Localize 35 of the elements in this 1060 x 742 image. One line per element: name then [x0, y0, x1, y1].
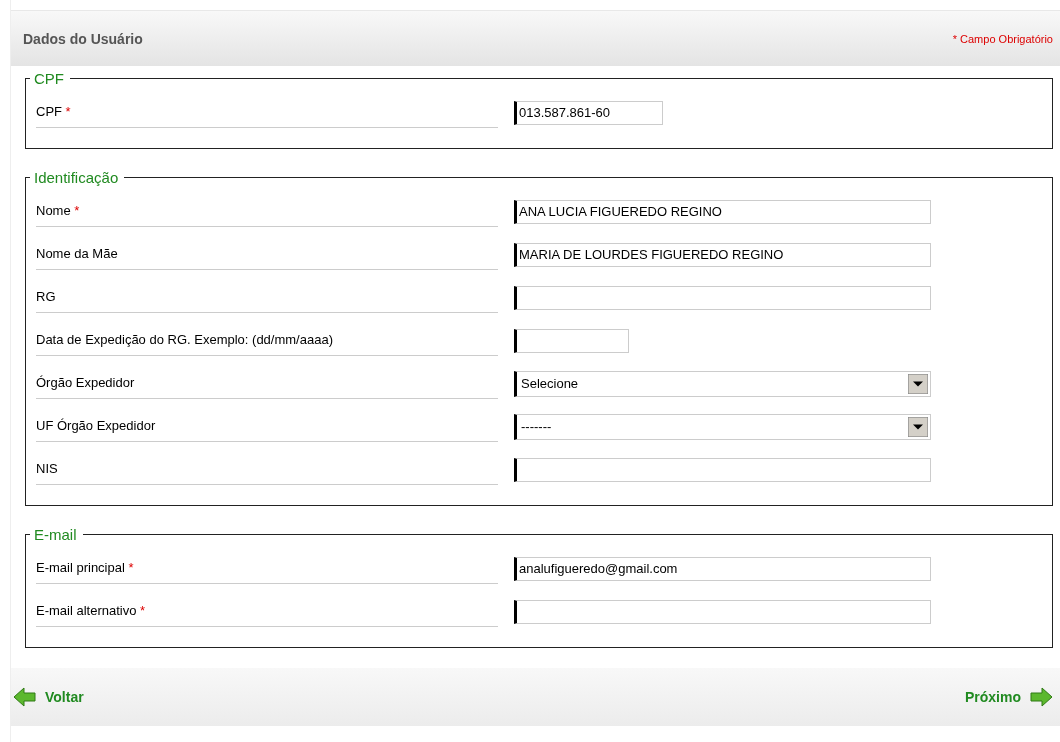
next-link[interactable]: Próximo — [965, 687, 1053, 707]
input-field[interactable] — [514, 457, 931, 482]
dropdown-arrow-icon — [908, 416, 928, 437]
field-label: Data de Expedição do RG. Exemplo: (dd/mm/aaaa) — [36, 331, 333, 347]
page-title: Dados do Usuário — [23, 30, 143, 47]
section-title: Identificação — [33, 169, 120, 186]
field-label: Órgão Expedidor — [36, 374, 135, 390]
section-title: E-mail — [33, 526, 78, 543]
field-label: E-mail principal — [36, 559, 125, 575]
section-title: CPF — [33, 70, 65, 87]
field-label: RG — [36, 288, 56, 304]
required-asterisk: * — [73, 202, 80, 218]
required-asterisk: * — [64, 103, 71, 119]
back-link[interactable]: Voltar — [13, 687, 84, 707]
required-asterisk: * — [139, 602, 146, 618]
left-arrow-icon — [13, 687, 37, 707]
dropdown[interactable]: Selecione — [514, 370, 931, 397]
right-arrow-icon — [1029, 687, 1053, 707]
required-asterisk: * — [127, 559, 134, 575]
input-field[interactable] — [514, 285, 931, 310]
input-field[interactable] — [514, 599, 931, 624]
input-field[interactable]: ANA LUCIA FIGUEREDO REGINO — [514, 199, 931, 224]
field-label: UF Órgão Expedidor — [36, 417, 156, 433]
input-field[interactable]: analufigueredo@gmail.com — [514, 556, 931, 581]
input-field[interactable]: 013.587.861-60 — [514, 100, 663, 125]
input-field[interactable] — [514, 328, 629, 353]
field-label: Nome da Mãe — [36, 245, 118, 261]
dropdown[interactable]: ------- — [514, 413, 931, 440]
required-note: * Campo Obrigatório — [952, 32, 1053, 45]
field-label: NIS — [36, 460, 58, 476]
field-label: E-mail alternativo — [36, 602, 137, 618]
input-field[interactable]: MARIA DE LOURDES FIGUEREDO REGINO — [514, 242, 931, 267]
field-label: CPF — [36, 103, 62, 119]
field-label: Nome — [36, 202, 71, 218]
dropdown-arrow-icon — [908, 373, 928, 394]
